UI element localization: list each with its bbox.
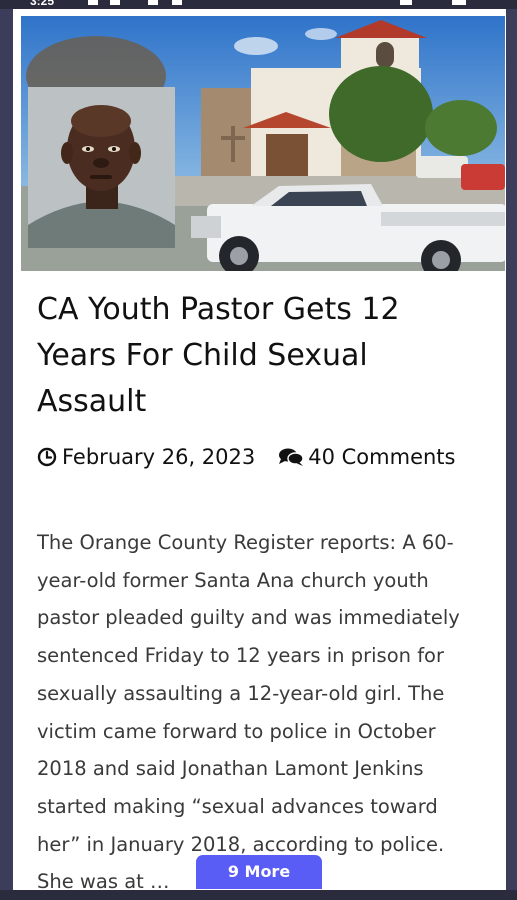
article-title[interactable]: CA Youth Pastor Gets 12 Years For Child … [37,287,477,425]
article-date: February 26, 2023 [62,445,256,469]
battery-icon [452,0,466,5]
article-excerpt: The Orange County Register reports: A 60… [37,531,460,890]
article-meta: February 26, 2023 40 Comments [37,445,455,469]
mugshot-photo [28,87,175,248]
article-hero-image[interactable] [21,16,505,271]
notification-icon [110,0,120,5]
status-bar: 3:25 [0,0,517,9]
notification-icon [172,0,182,5]
article-card[interactable]: CA Youth Pastor Gets 12 Years For Child … [13,9,506,890]
notification-icon [148,0,158,5]
status-time: 3:25 [30,0,55,8]
navigation-bar [0,890,517,900]
wifi-icon [400,0,412,5]
notification-icon [88,0,98,5]
more-button[interactable]: 9 More [196,855,322,889]
comments-icon [279,448,304,466]
clock-icon [37,447,57,467]
comments-count-link[interactable]: 40 Comments [308,445,455,469]
